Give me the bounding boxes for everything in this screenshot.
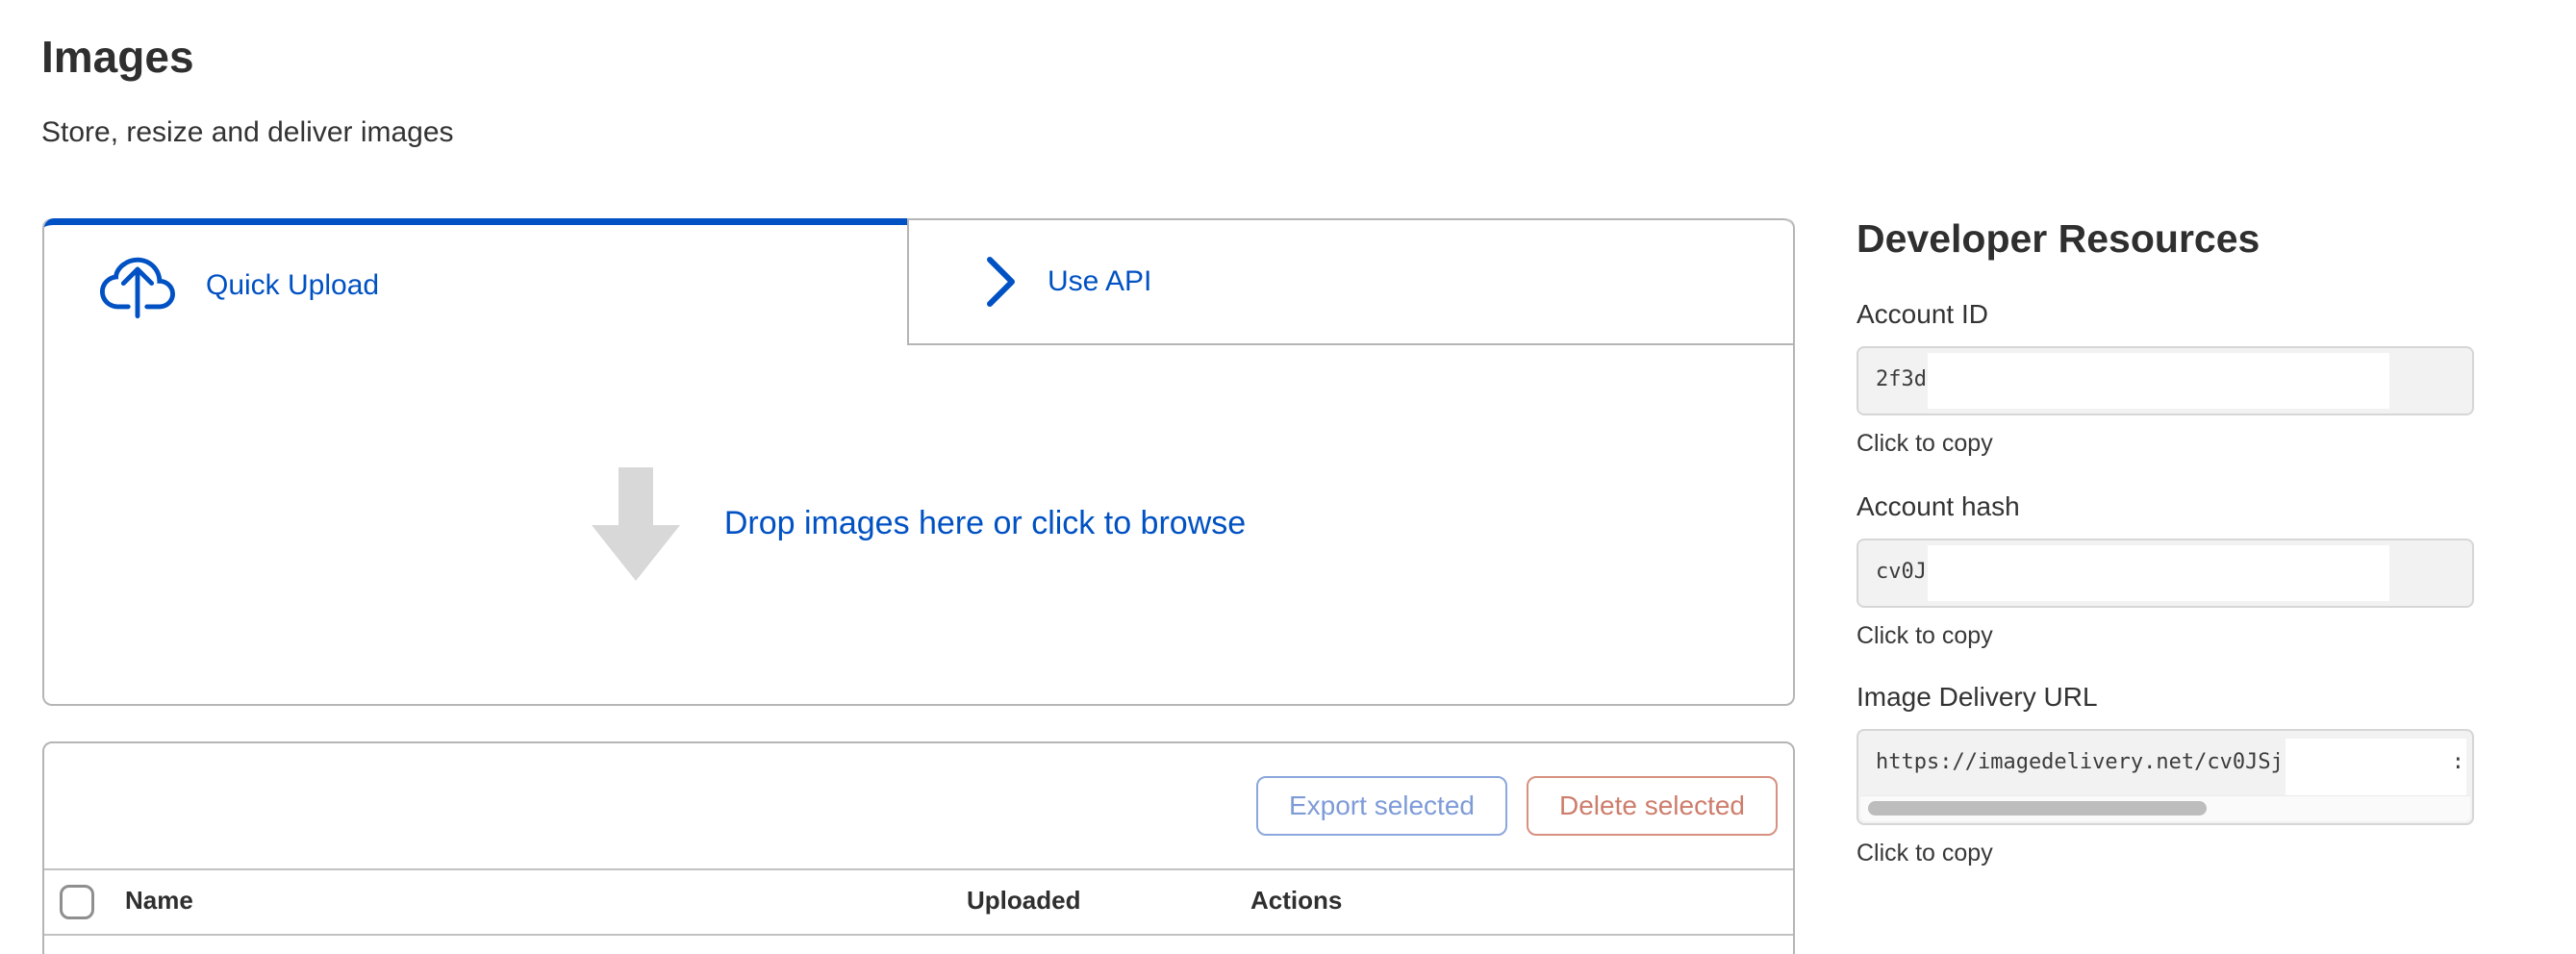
table-toolbar: Export selected Delete selected [44, 743, 1793, 868]
horizontal-scrollbar-thumb[interactable] [1868, 801, 2207, 816]
image-delivery-url-label: Image Delivery URL [1856, 683, 2474, 713]
tab-use-api-label: Use API [1048, 267, 1151, 296]
account-id-copy-hint: Click to copy [1856, 431, 2474, 458]
redaction-overlay [2286, 739, 2466, 798]
delete-selected-button[interactable]: Delete selected [1527, 776, 1778, 836]
developer-resources-title: Developer Resources [1856, 219, 2474, 259]
image-delivery-url-copy-hint: Click to copy [1856, 841, 2474, 867]
column-header-name: Name [125, 888, 193, 913]
column-header-uploaded: Uploaded [967, 888, 1080, 913]
cloud-upload-icon [100, 248, 175, 323]
table-header-row: Name Uploaded Actions [44, 868, 1793, 936]
select-all-checkbox[interactable] [60, 885, 94, 919]
tab-quick-upload[interactable]: Quick Upload [44, 218, 907, 345]
partial-character: : [2452, 731, 2464, 794]
tab-use-api[interactable]: Use API [907, 218, 1793, 345]
account-hash-copy-hint: Click to copy [1856, 623, 2474, 650]
image-dropzone[interactable]: Drop images here or click to browse [44, 345, 1793, 702]
account-id-value-box[interactable]: 2f3d [1856, 346, 2474, 415]
account-id-label: Account ID [1856, 300, 2474, 330]
account-id-field: Account ID 2f3d Click to copy [1856, 300, 2474, 457]
redaction-overlay [1928, 353, 2389, 409]
drop-arrow-down-icon [592, 467, 680, 581]
images-table-card: Export selected Delete selected Name Upl… [42, 741, 1795, 954]
page-subtitle: Store, resize and deliver images [41, 116, 454, 148]
upload-tabs: Quick Upload Use API [44, 218, 1793, 345]
column-header-actions: Actions [1250, 888, 1342, 913]
images-page: Images Store, resize and deliver images … [0, 0, 2576, 954]
account-hash-label: Account hash [1856, 492, 2474, 522]
horizontal-scrollbar-track [1860, 795, 2470, 821]
page-title: Images [41, 35, 194, 79]
image-delivery-url-value-box[interactable]: https://imagedelivery.net/cv0JSj : [1856, 729, 2474, 825]
chevron-right-icon [986, 255, 1017, 309]
developer-resources-panel: Developer Resources Account ID 2f3d Clic… [1856, 219, 2474, 259]
tab-quick-upload-label: Quick Upload [206, 271, 379, 300]
account-hash-field: Account hash cv0J Click to copy [1856, 492, 2474, 649]
image-delivery-url-field: Image Delivery URL https://imagedelivery… [1856, 683, 2474, 866]
redaction-overlay [1928, 545, 2389, 601]
account-hash-value-box[interactable]: cv0J [1856, 539, 2474, 608]
dropzone-text: Drop images here or click to browse [724, 505, 1246, 542]
upload-widget-card: Quick Upload Use API Drop images here or… [42, 218, 1795, 706]
export-selected-button[interactable]: Export selected [1256, 776, 1507, 836]
